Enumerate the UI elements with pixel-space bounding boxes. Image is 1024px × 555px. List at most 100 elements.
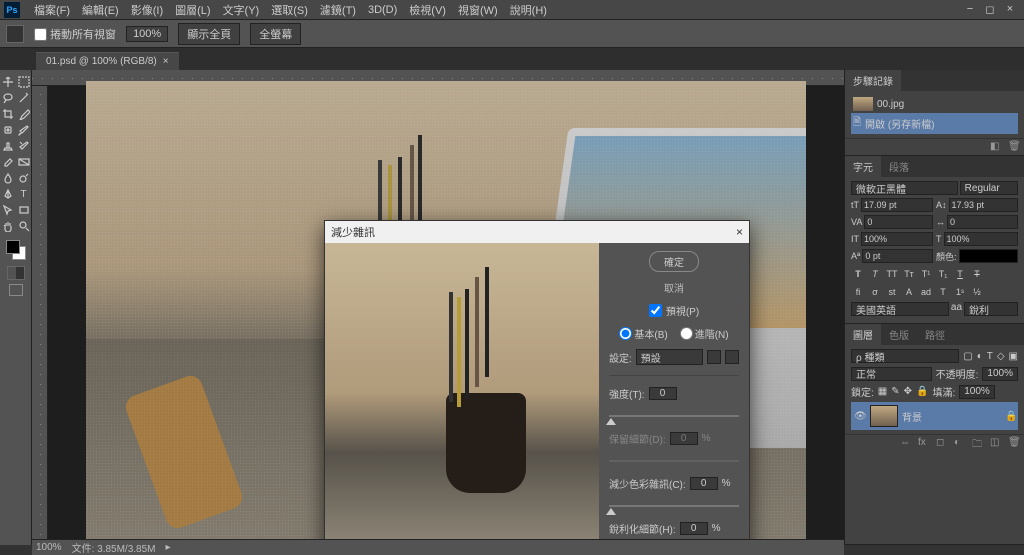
cancel-button[interactable]: 取消 [609,280,739,295]
menu-edit[interactable]: 編輯(E) [76,2,125,18]
reduce-color-noise-value[interactable]: 0 [690,477,718,490]
healing-brush-tool[interactable] [0,122,16,138]
font-style-dropdown[interactable]: Regular [960,181,1018,195]
tab-paragraph[interactable]: 段落 [881,156,917,177]
rectangle-tool[interactable] [16,202,32,218]
move-tool[interactable] [0,74,16,90]
history-source[interactable]: 00.jpg [851,95,1018,113]
italic-button[interactable]: T [868,267,882,281]
ot-st-button[interactable]: st [885,285,899,299]
kerning-field[interactable]: 0 [864,215,933,229]
lock-image-icon[interactable]: ✎ [891,386,899,397]
blend-mode-dropdown[interactable]: 正常 [851,367,932,381]
foreground-color[interactable] [6,240,20,254]
ot-A-button[interactable]: A [902,285,916,299]
filter-pixel-icon[interactable]: ▢ [963,351,972,362]
tab-channels[interactable]: 色版 [881,324,917,345]
ot-sigma-button[interactable]: σ [868,285,882,299]
zoom-tool[interactable] [16,218,32,234]
dodge-tool[interactable] [16,170,32,186]
allcaps-button[interactable]: TT [885,267,899,281]
eraser-tool[interactable] [0,154,16,170]
menu-select[interactable]: 選取(S) [265,2,314,18]
menu-filter[interactable]: 濾鏡(T) [314,2,362,18]
strikethrough-button[interactable]: T [970,267,984,281]
gradient-tool[interactable] [16,154,32,170]
reduce-color-noise-slider[interactable] [609,499,739,513]
menu-3d[interactable]: 3D(D) [362,4,403,16]
crop-tool[interactable] [0,106,16,122]
clone-stamp-tool[interactable] [0,138,16,154]
strength-value[interactable]: 0 [649,387,677,400]
filter-type-icon[interactable]: T [987,351,993,362]
preview-checkbox[interactable] [649,304,662,317]
delete-preset-icon[interactable] [725,350,739,364]
menu-layer[interactable]: 圖層(L) [169,2,216,18]
layer-style-icon[interactable]: fx [918,437,930,449]
strength-slider[interactable] [609,409,739,423]
scroll-all-checkbox[interactable]: 捲動所有視窗 [34,26,116,42]
text-color-swatch[interactable] [959,249,1018,263]
antialias-dropdown[interactable]: 銳利 [964,302,1018,316]
fit-screen-button[interactable]: 顯示全頁 [178,23,240,45]
close-icon[interactable]: × [736,225,743,239]
opacity-field[interactable]: 100% [982,367,1018,381]
fill-screen-button[interactable]: 全螢幕 [250,23,301,45]
window-restore[interactable]: ◻ [980,3,1000,16]
marquee-tool[interactable] [16,74,32,90]
link-layers-icon[interactable]: ⇔ [900,437,912,449]
leading-field[interactable]: 17.93 pt [949,198,1018,212]
zoom-percent[interactable]: 100% [126,26,168,42]
layer-group-icon[interactable]: 🗀 [972,437,984,449]
tracking-field[interactable]: 0 [947,215,1018,229]
history-brush-tool[interactable] [16,138,32,154]
ok-button[interactable]: 確定 [649,251,699,272]
menu-help[interactable]: 說明(H) [504,2,553,18]
status-docinfo[interactable]: 文件: 3.85M/3.85M [72,540,156,555]
eyedropper-tool[interactable] [16,106,32,122]
lasso-tool[interactable] [0,90,16,106]
ot-ad-button[interactable]: ad [919,285,933,299]
ruler-vertical[interactable] [32,86,48,545]
pen-tool[interactable] [0,186,16,202]
hand-tool[interactable] [0,218,16,234]
smallcaps-button[interactable]: Tᴛ [902,267,916,281]
tab-paths[interactable]: 路徑 [917,324,953,345]
font-size-field[interactable]: 17.09 pt [861,198,933,212]
superscript-button[interactable]: T¹ [919,267,933,281]
tab-character[interactable]: 字元 [845,156,881,177]
mode-advanced-radio[interactable]: 進階(N) [680,326,729,341]
history-step[interactable]: 🗎 開啟 (另存新檔) [851,113,1018,134]
baseline-shift-field[interactable]: 0 pt [862,249,933,263]
horizontal-scale-field[interactable]: 100% [944,232,1019,246]
path-selection-tool[interactable] [0,202,16,218]
menu-view[interactable]: 檢視(V) [403,2,452,18]
mode-basic-radio[interactable]: 基本(B) [619,326,667,341]
magic-wand-tool[interactable] [16,90,32,106]
underline-button[interactable]: T [953,267,967,281]
ot-frac-button[interactable]: ½ [970,285,984,299]
layer-filter-kind[interactable]: ρ 種類 [851,349,959,363]
close-icon[interactable]: × [163,56,169,67]
lock-all-icon[interactable]: 🔒 [916,386,928,397]
menu-file[interactable]: 檔案(F) [28,2,76,18]
delete-state-icon[interactable]: 🗑 [1008,141,1020,153]
ot-T-button[interactable]: T [936,285,950,299]
chevron-right-icon[interactable]: ▸ [166,542,171,553]
screen-mode-toggle[interactable] [9,284,23,296]
subscript-button[interactable]: T₁ [936,267,950,281]
vertical-scale-field[interactable]: 100% [861,232,933,246]
sharpen-details-value[interactable]: 0 [680,522,708,535]
dialog-titlebar[interactable]: 減少雜訊 × [325,221,749,243]
layer-mask-icon[interactable]: ◻ [936,437,948,449]
menu-image[interactable]: 影像(I) [125,2,169,18]
save-preset-icon[interactable] [707,350,721,364]
lock-position-icon[interactable]: ✥ [904,386,912,397]
blur-tool[interactable] [0,170,16,186]
bold-button[interactable]: T [851,267,865,281]
type-tool[interactable]: T [16,186,32,202]
tab-layers[interactable]: 圖層 [845,324,881,345]
ot-fi-button[interactable]: fi [851,285,865,299]
visibility-icon[interactable]: 👁 [854,411,866,422]
font-family-dropdown[interactable]: 微軟正黑體 [851,181,958,195]
